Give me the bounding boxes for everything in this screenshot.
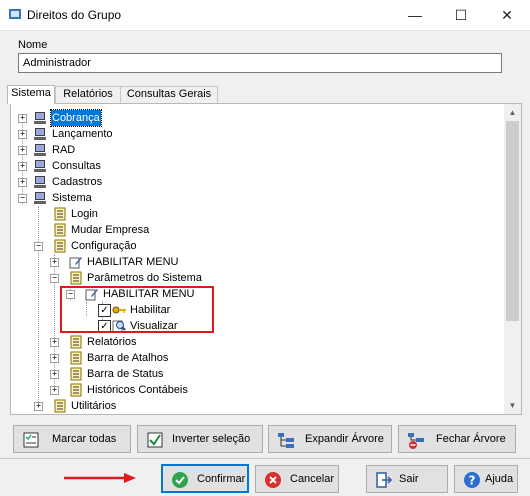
document-icon xyxy=(54,223,66,237)
tree-node-label: Mudar Empresa xyxy=(71,224,150,236)
nome-input[interactable] xyxy=(18,53,502,73)
tree-node[interactable]: − Configuração xyxy=(11,238,501,254)
document-icon xyxy=(54,239,66,253)
document-icon xyxy=(70,335,82,349)
cancelar-button[interactable]: Cancelar xyxy=(255,465,339,493)
document-icon xyxy=(70,383,82,397)
computer-icon xyxy=(34,144,46,156)
tree-node-label: Barra de Atalhos xyxy=(87,352,169,364)
tree-node-label: Barra de Status xyxy=(87,368,164,380)
marcar-todas-button[interactable]: Marcar todas xyxy=(13,425,131,453)
tree-node-label: Históricos Contábeis xyxy=(87,384,188,396)
inverter-selecao-button[interactable]: Inverter seleção xyxy=(137,425,263,453)
confirmar-button[interactable]: Confirmar xyxy=(161,464,249,493)
help-icon: ? xyxy=(464,472,480,488)
svg-text:?: ? xyxy=(469,474,476,488)
tree-node[interactable]: + Cadastros xyxy=(11,174,501,190)
scroll-thumb[interactable] xyxy=(506,121,519,321)
checkbox-icon xyxy=(147,432,163,448)
tree-node[interactable]: + HABILITAR MENU xyxy=(11,254,501,270)
pencil-icon xyxy=(69,257,82,269)
scroll-up-icon[interactable]: ▲ xyxy=(504,104,521,121)
document-icon xyxy=(54,399,66,413)
tree-scrollbar[interactable]: ▲ ▼ xyxy=(504,104,521,414)
sair-button[interactable]: Sair xyxy=(366,465,448,493)
scroll-down-icon[interactable]: ▼ xyxy=(504,397,521,414)
tab-relatorios[interactable]: Relatórios xyxy=(55,86,121,103)
annotation-arrow-icon xyxy=(64,473,136,483)
maximize-button[interactable]: ☐ xyxy=(438,0,484,30)
title-bar: Direitos do Grupo — ☐ ✕ xyxy=(0,0,530,31)
tree-node[interactable]: Login xyxy=(11,206,501,222)
annotation-highlight-box xyxy=(60,286,214,333)
tree-node[interactable]: + Relatórios xyxy=(11,334,501,350)
fechar-arvore-button[interactable]: Fechar Árvore xyxy=(398,425,516,453)
expand-tree-icon xyxy=(278,433,294,448)
tree-node[interactable]: + Históricos Contábeis xyxy=(11,382,501,398)
nome-label: Nome xyxy=(18,39,48,51)
computer-icon xyxy=(34,192,46,204)
tree-node-label: Relatórios xyxy=(87,336,137,348)
tree-node[interactable]: + Cobrança xyxy=(11,109,501,127)
confirm-check-icon xyxy=(172,472,188,488)
computer-icon xyxy=(34,112,46,124)
collapse-tree-icon xyxy=(408,433,424,449)
tab-consultas-gerais[interactable]: Consultas Gerais xyxy=(120,86,218,103)
close-button[interactable]: ✕ xyxy=(484,0,530,30)
tree-node-label: Consultas xyxy=(52,160,101,172)
tree-node-label: Login xyxy=(71,208,98,220)
tree-node[interactable]: + RAD xyxy=(11,142,501,158)
computer-icon xyxy=(34,128,46,140)
app-icon xyxy=(9,9,21,19)
tree-node-label: Parâmetros do Sistema xyxy=(87,272,202,284)
tree-node-label: Cobrança xyxy=(50,109,102,127)
tree-node-label: HABILITAR MENU xyxy=(87,256,179,268)
tree-node[interactable]: Mudar Empresa xyxy=(11,222,501,238)
tree-node-label: RAD xyxy=(52,144,76,156)
computer-icon xyxy=(34,160,46,172)
tree-node[interactable]: + Barra de Status xyxy=(11,366,501,382)
expandir-arvore-button[interactable]: Expandir Árvore xyxy=(268,425,392,453)
document-icon xyxy=(70,367,82,381)
document-icon xyxy=(54,207,66,221)
tree-node[interactable]: + Barra de Atalhos xyxy=(11,350,501,366)
separator xyxy=(0,458,530,459)
tree-node-label: Lançamento xyxy=(52,128,113,140)
tree-node[interactable]: + Utilitários xyxy=(11,398,501,414)
tree-node-label: Cadastros xyxy=(52,176,103,188)
permissions-tree[interactable]: + Cobrança + Lançamento + RAD + Consulta… xyxy=(10,103,522,415)
document-icon xyxy=(70,351,82,365)
tree-node[interactable]: + Consultas xyxy=(11,158,501,174)
ajuda-button[interactable]: ? Ajuda xyxy=(454,465,518,493)
window-title: Direitos do Grupo xyxy=(27,8,122,22)
tree-node[interactable]: − Parâmetros do Sistema xyxy=(11,270,501,286)
tree-node-label: Configuração xyxy=(71,240,137,252)
tree-node[interactable]: − Sistema xyxy=(11,190,501,206)
exit-door-icon xyxy=(376,472,393,488)
check-list-icon xyxy=(23,432,39,448)
tree-node-label: Utilitários xyxy=(71,400,117,412)
tree-node-label: Sistema xyxy=(52,192,92,204)
document-icon xyxy=(70,271,82,285)
minimize-button[interactable]: — xyxy=(392,0,438,30)
tree-node[interactable]: + Lançamento xyxy=(11,126,501,142)
computer-icon xyxy=(34,176,46,188)
tab-sistema[interactable]: Sistema xyxy=(7,85,55,104)
cancel-icon xyxy=(265,472,281,488)
